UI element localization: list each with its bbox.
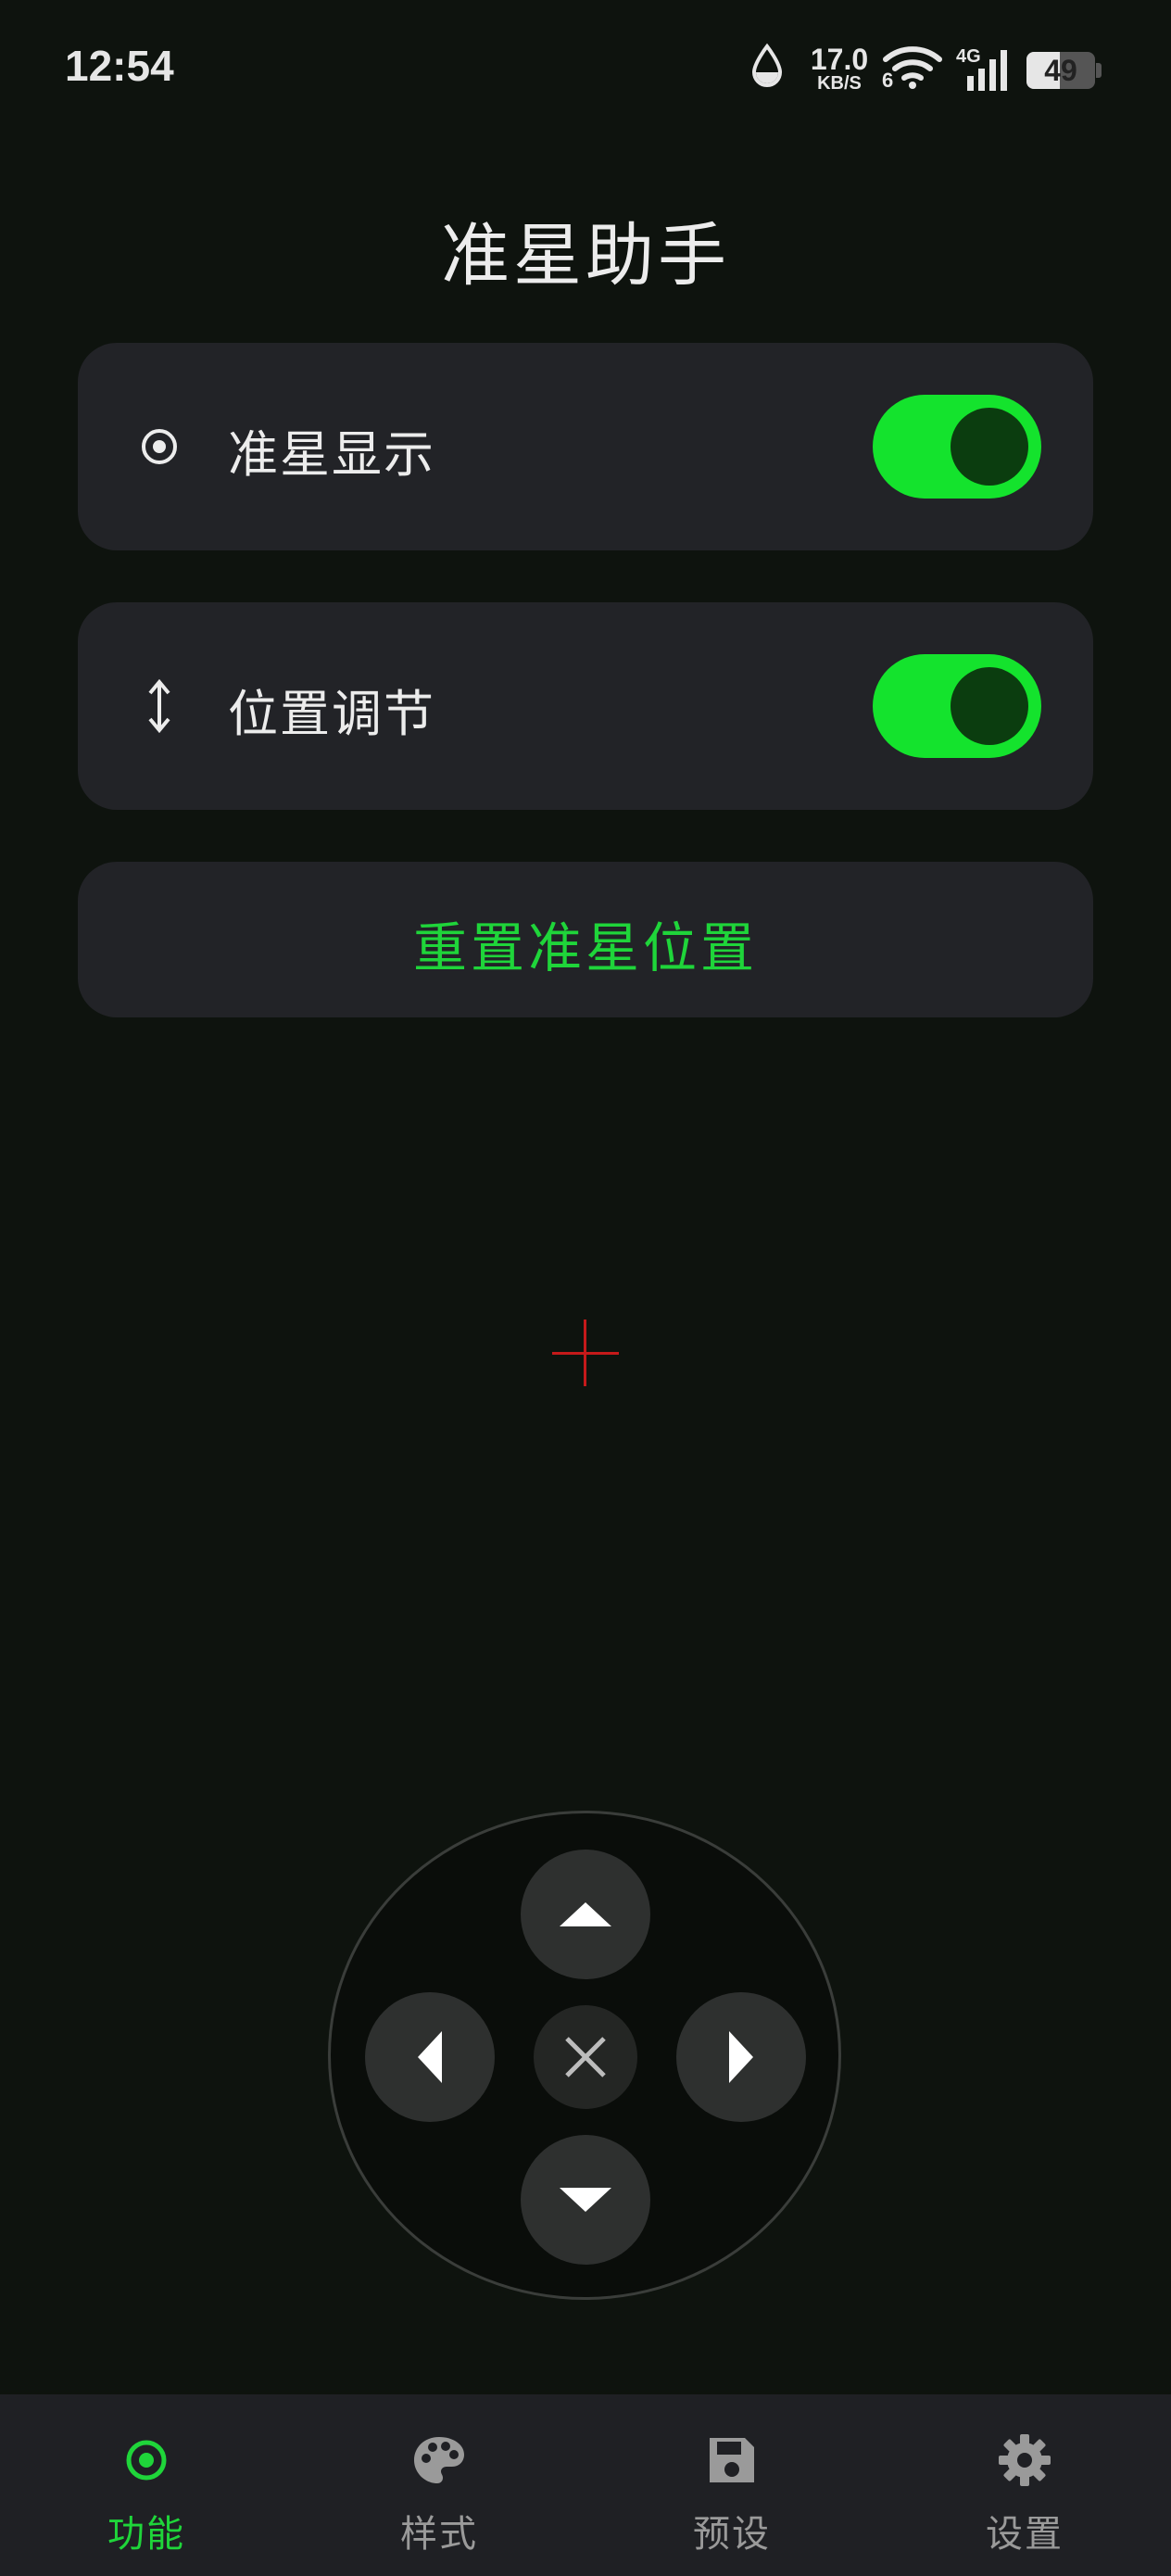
dpad-up-button[interactable]: [521, 1850, 650, 1979]
arrow-left-icon: [418, 2031, 442, 2083]
reset-crosshair-label: 重置准星位置: [412, 916, 758, 979]
page-title: 准星助手: [441, 216, 730, 296]
battery-indicator: 49: [1026, 52, 1095, 89]
toggle-knob: [951, 667, 1028, 745]
close-icon: [565, 2037, 606, 2077]
dpad-down-button[interactable]: [521, 2135, 650, 2265]
target-icon: [137, 424, 182, 469]
position-adjust-label: 位置调节: [228, 685, 435, 743]
palette-icon: [293, 2428, 586, 2493]
dpad-right-button[interactable]: [676, 1992, 806, 2122]
arrow-up-icon: [560, 1902, 611, 1926]
save-icon: [586, 2428, 878, 2493]
toggle-knob: [951, 408, 1028, 486]
nav-tab-presets[interactable]: 预设: [586, 2394, 878, 2576]
crosshair-display-toggle[interactable]: [873, 395, 1041, 499]
gear-icon: [878, 2428, 1171, 2493]
vertical-arrows-icon: [137, 678, 182, 734]
nav-tab-style-label: 样式: [400, 2513, 478, 2556]
network-speed: 17.0 KB/S: [810, 43, 869, 94]
nav-tab-presets-label: 预设: [693, 2513, 771, 2556]
nav-tab-settings[interactable]: 设置: [878, 2394, 1171, 2576]
position-adjust-toggle[interactable]: [873, 654, 1041, 758]
target-icon: [0, 2428, 293, 2493]
nav-tab-settings-label: 设置: [986, 2513, 1064, 2556]
dpad-left-button[interactable]: [365, 1992, 495, 2122]
arrow-down-icon: [560, 2188, 611, 2212]
crosshair-vertical-line: [584, 1320, 586, 1386]
arrow-right-icon: [729, 2031, 753, 2083]
nav-tab-functions-label: 功能: [107, 2513, 185, 2556]
status-time: 12:54: [65, 42, 174, 90]
crosshair-display-label: 准星显示: [228, 425, 435, 484]
wifi-badge: 6: [882, 69, 894, 92]
nav-tab-style[interactable]: 样式: [293, 2394, 586, 2576]
battery-tip: [1096, 63, 1102, 78]
nav-tab-functions[interactable]: 功能: [0, 2394, 293, 2576]
dpad-center-close-button[interactable]: [534, 2005, 637, 2109]
data-saver-icon: [750, 43, 784, 93]
cell-signal-icon: [963, 48, 1012, 96]
